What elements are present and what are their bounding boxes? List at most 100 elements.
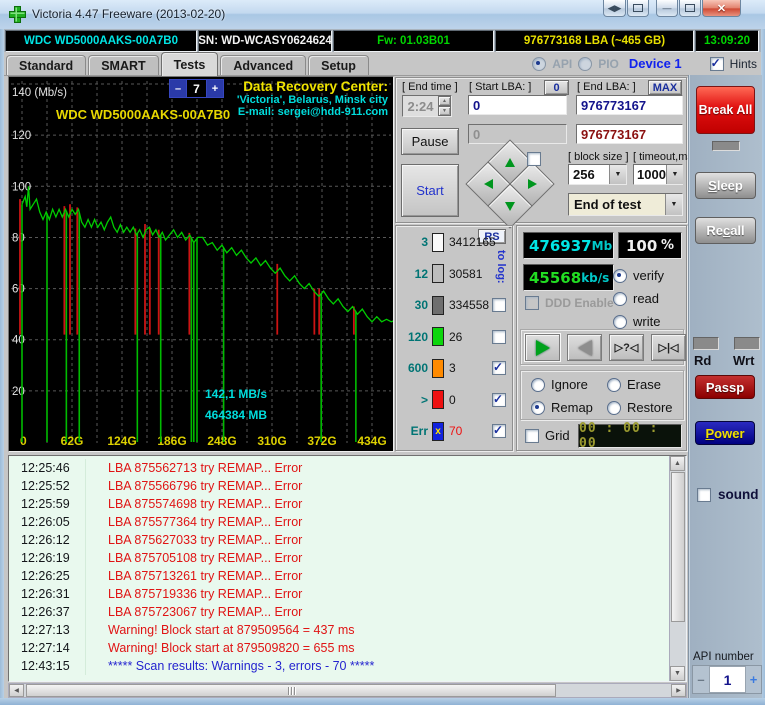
- legend-log-checkbox-120[interactable]: [492, 329, 506, 344]
- end-time-down-icon[interactable]: ▼: [438, 106, 451, 116]
- sound-checkbox[interactable]: [697, 487, 711, 502]
- recall-button[interactable]: Re c all: [695, 217, 756, 244]
- close-button[interactable]: ✕: [702, 0, 741, 17]
- grid-checkbox[interactable]: [525, 428, 539, 443]
- api-radio[interactable]: [532, 56, 547, 71]
- log-entry[interactable]: 12:26:19 LBA 875705108 try REMAP... Error: [9, 549, 669, 567]
- start-lba-input[interactable]: 0: [468, 95, 567, 115]
- device-selector[interactable]: Device 1: [629, 56, 682, 71]
- api-number-minus-button[interactable]: –: [693, 666, 709, 693]
- log-entry[interactable]: 12:26:25 LBA 875713261 try REMAP... Error: [9, 567, 669, 585]
- scroll-up-icon[interactable]: ▲: [670, 456, 685, 471]
- power-button[interactable]: Power: [695, 421, 755, 445]
- detach-window-button[interactable]: [627, 0, 649, 17]
- hscroll-thumb[interactable]: [26, 684, 556, 697]
- legend-count: 30581: [449, 266, 483, 281]
- back-button[interactable]: [567, 334, 602, 361]
- log-horizontal-scrollbar[interactable]: ◀ ▶: [8, 683, 687, 698]
- timeout-dropdown-icon[interactable]: ▼: [665, 165, 683, 184]
- start-button[interactable]: Start: [401, 164, 459, 217]
- max-lba-button[interactable]: MAX: [648, 80, 682, 95]
- legend-threshold-label: 12: [414, 266, 428, 281]
- erase-radio[interactable]: [607, 377, 621, 392]
- legend-log-checkbox->[interactable]: [492, 392, 506, 407]
- scroll-left-icon[interactable]: ◀: [9, 684, 24, 697]
- end-time-spinner[interactable]: 2:24 ▲ ▼: [402, 95, 452, 117]
- tab-advanced[interactable]: Advanced: [220, 55, 307, 75]
- log-entry[interactable]: 12:25:52 LBA 875566796 try REMAP... Error: [9, 477, 669, 495]
- api-number-value[interactable]: 1: [709, 666, 746, 693]
- read-radio[interactable]: [613, 291, 627, 306]
- legend-log-checkbox-err[interactable]: [492, 423, 506, 438]
- play-button[interactable]: [525, 334, 560, 361]
- sidebar: Break All Sleep Re c all Rd Wrt Passp Powe…: [688, 75, 762, 698]
- log-area[interactable]: 12:25:46 LBA 875562713 try REMAP... Error…: [8, 455, 687, 682]
- scroll-down-icon[interactable]: ▼: [670, 666, 685, 681]
- log-rows: 12:25:46 LBA 875562713 try REMAP... Error…: [9, 459, 669, 675]
- remap-radio[interactable]: [531, 400, 545, 415]
- log-message: LBA 875627033 try REMAP... Error: [85, 531, 302, 549]
- log-entry[interactable]: 12:25:46 LBA 875562713 try REMAP... Error: [9, 459, 669, 477]
- hints-checkbox[interactable]: [709, 56, 724, 71]
- error-action-row: Restore: [607, 400, 679, 415]
- speed-unit: kb/s: [581, 270, 610, 285]
- minimize-button[interactable]: —: [656, 0, 678, 17]
- seek-random-button[interactable]: ▷?◁: [609, 334, 644, 361]
- break-all-button[interactable]: Break All: [696, 86, 755, 134]
- recall-label-post: all: [730, 223, 745, 238]
- panel-toggle-button[interactable]: ◀▶: [603, 0, 626, 17]
- tab-smart[interactable]: SMART: [88, 55, 159, 75]
- seek-pad-checkbox[interactable]: [527, 152, 541, 166]
- zoom-in-button[interactable]: +: [207, 80, 223, 97]
- tab-tests[interactable]: Tests: [160, 52, 219, 76]
- scroll-right-icon[interactable]: ▶: [671, 684, 686, 697]
- log-entry[interactable]: 12:26:05 LBA 875577364 try REMAP... Error: [9, 513, 669, 531]
- legend-color-swatch: [432, 390, 444, 409]
- log-entry[interactable]: 12:27:14 Warning! Block start at 87950982…: [9, 639, 669, 657]
- end-time-up-icon[interactable]: ▲: [438, 96, 451, 106]
- after-action-dropdown-icon[interactable]: ▼: [665, 194, 682, 215]
- log-entry[interactable]: 12:26:12 LBA 875627033 try REMAP... Error: [9, 531, 669, 549]
- log-entry[interactable]: 12:26:31 LBA 875719336 try REMAP... Error: [9, 585, 669, 603]
- write-radio[interactable]: [613, 314, 627, 329]
- restore-radio[interactable]: [607, 400, 621, 415]
- pio-radio[interactable]: [578, 56, 593, 71]
- svg-text:60: 60: [12, 284, 25, 296]
- log-entry[interactable]: 12:27:13 Warning! Block start at 87950956…: [9, 621, 669, 639]
- legend-log-checkbox-30[interactable]: [492, 298, 506, 312]
- api-number-plus-button[interactable]: +: [746, 666, 761, 693]
- passp-button[interactable]: Passp: [695, 375, 755, 399]
- tab-setup[interactable]: Setup: [308, 55, 369, 75]
- ddd-enable-checkbox[interactable]: [525, 296, 539, 310]
- log-vertical-scrollbar[interactable]: ▲ ▼: [669, 456, 686, 681]
- rd-led: [693, 337, 719, 350]
- block-size-dropdown-icon[interactable]: ▼: [609, 165, 626, 184]
- log-entry[interactable]: 12:25:59 LBA 875574698 try REMAP... Error: [9, 495, 669, 513]
- scanned-annotation: 464384 MB: [205, 408, 268, 422]
- log-scroll-thumb[interactable]: [671, 472, 685, 622]
- seek-edge-button[interactable]: ▷|◁: [651, 334, 686, 361]
- start-lba-zero-button[interactable]: 0: [544, 80, 569, 95]
- zoom-out-button[interactable]: –: [170, 80, 186, 97]
- pause-button[interactable]: Pause: [401, 128, 459, 155]
- verify-radio[interactable]: [613, 268, 627, 283]
- legend-log-checkbox-600[interactable]: [492, 360, 506, 375]
- titlebar[interactable]: Victoria 4.47 Freeware (2013-02-20) ◀▶ —…: [0, 0, 765, 30]
- ignore-radio[interactable]: [531, 377, 545, 392]
- sleep-button[interactable]: Sleep: [695, 172, 756, 199]
- log-message: LBA 875705108 try REMAP... Error: [85, 549, 302, 567]
- back-icon: [577, 339, 592, 356]
- log-message: LBA 875719336 try REMAP... Error: [85, 585, 302, 603]
- maximize-button[interactable]: [679, 0, 701, 17]
- timeout-select[interactable]: 1000 ▼: [633, 164, 683, 185]
- svg-text:120: 120: [12, 130, 31, 142]
- log-entry[interactable]: 12:26:37 LBA 875723067 try REMAP... Error: [9, 603, 669, 621]
- media-panel: ▷?◁ ▷|◁: [520, 329, 686, 365]
- log-message: LBA 875577364 try REMAP... Error: [85, 513, 302, 531]
- legend-threshold-label: 30: [414, 298, 428, 312]
- block-size-select[interactable]: 256 ▼: [568, 164, 627, 185]
- tab-standard[interactable]: Standard: [6, 55, 87, 75]
- log-entry[interactable]: 12:43:15 ***** Scan results: Warnings - 3…: [9, 657, 669, 675]
- after-action-select[interactable]: End of test ▼: [568, 193, 683, 216]
- end-lba-input[interactable]: 976773167: [576, 95, 683, 115]
